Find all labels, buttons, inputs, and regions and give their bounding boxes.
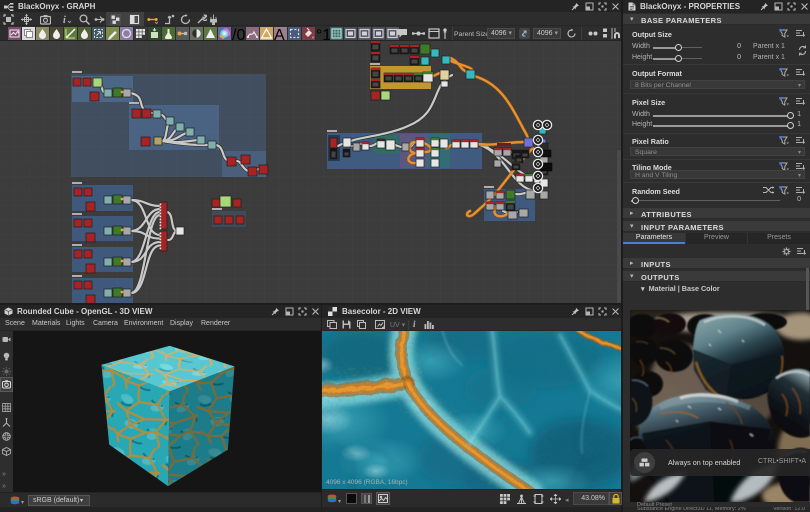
svg-text:4096 x 4096 (RGBA, 16bpc): 4096 x 4096 (RGBA, 16bpc) <box>326 479 408 486</box>
svg-text:i: i <box>63 15 66 25</box>
